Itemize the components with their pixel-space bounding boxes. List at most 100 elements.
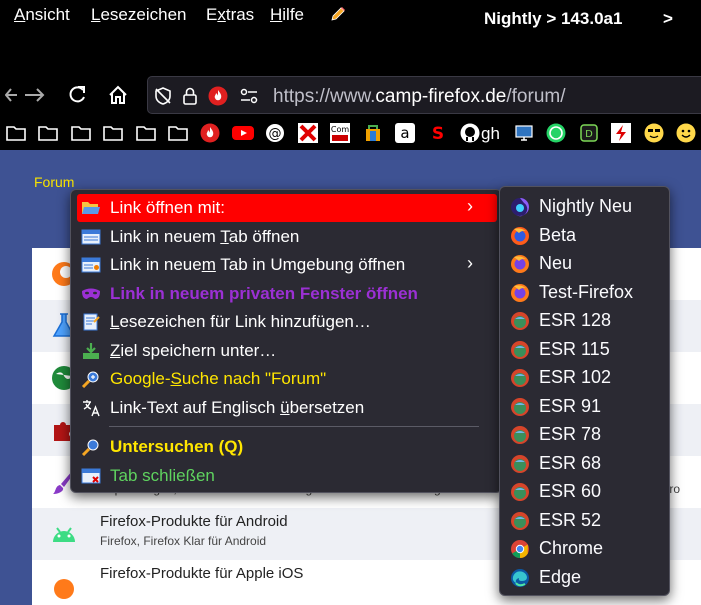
android-file-icon[interactable]: D	[578, 122, 600, 144]
context-menu: Link öffnen mit: › Link in neuem Tab öff…	[70, 189, 502, 493]
edge-icon	[510, 568, 530, 588]
submenu-item-esr-128[interactable]: ESR 128	[506, 307, 664, 335]
menu-item-label: Link in neuem Tab öffnen	[110, 227, 300, 246]
menu-lesezeichen[interactable]: Lesezeichen	[91, 5, 186, 25]
bookmark-gh-label[interactable]: gh	[481, 124, 500, 144]
submenu-item-label: Beta	[539, 225, 577, 245]
submenu-item-neu[interactable]: Neu	[506, 250, 664, 278]
submenu-item-label: ESR 78	[539, 424, 602, 444]
close-tab-icon	[81, 467, 101, 485]
whatsapp-icon[interactable]	[545, 122, 567, 144]
app-title: Nightly > 143.0a1	[484, 9, 623, 28]
amazon-icon[interactable]: a	[394, 122, 416, 144]
x-icon[interactable]	[297, 122, 319, 144]
tracking-shield-icon[interactable]	[153, 86, 173, 106]
bookmark-folder-icon[interactable]	[37, 122, 59, 144]
firefox-icon	[510, 254, 530, 274]
submenu-item-esr-115[interactable]: ESR 115	[506, 336, 664, 364]
menu-item-translate[interactable]: Link-Text auf Englisch übersetzen	[77, 394, 497, 422]
flash-icon[interactable]	[610, 122, 632, 144]
bookmark-folder-icon[interactable]	[5, 122, 27, 144]
submenu-item-esr-52[interactable]: ESR 52	[506, 507, 664, 535]
submenu-item-esr-60[interactable]: ESR 60	[506, 478, 664, 506]
lock-icon[interactable]	[180, 86, 200, 106]
submenu-item-esr-68[interactable]: ESR 68	[506, 450, 664, 478]
forum-title[interactable]: Firefox-Produkte für Apple iOS	[100, 565, 303, 582]
submenu-item-label: Nightly Neu	[539, 196, 633, 216]
esr-icon	[510, 340, 530, 360]
title-arrow-icon[interactable]: >	[663, 9, 673, 29]
reload-icon[interactable]	[65, 83, 89, 107]
menu-item-label: Lesezeichen für Link hinzufügen…	[110, 312, 371, 331]
android-icon	[50, 520, 78, 548]
home-icon[interactable]	[106, 83, 130, 107]
url-bar[interactable]: https://www.camp-firefox.de/forum/	[147, 76, 701, 114]
menu-item-open-new-tab-container[interactable]: Link in neuem Tab in Umgebung öffnen ›	[77, 251, 497, 279]
submenu-item-test-firefox[interactable]: Test-Firefox	[506, 279, 664, 307]
bookmark-folder-icon[interactable]	[70, 122, 92, 144]
menu-item-label: Ziel speichern unter…	[110, 341, 277, 360]
menu-extras[interactable]: Extras	[206, 5, 254, 25]
back-icon[interactable]	[0, 83, 24, 107]
forum-title[interactable]: Firefox-Produkte für Android	[100, 513, 288, 530]
shopping-icon[interactable]	[362, 122, 384, 144]
download-icon	[81, 342, 101, 360]
nav-bar: https://www.camp-firefox.de/forum/	[0, 72, 701, 118]
submenu-item-label: Neu	[539, 253, 573, 273]
menu-item-add-bookmark[interactable]: Lesezeichen für Link hinzufügen…	[77, 308, 497, 336]
svg-text:a: a	[400, 124, 409, 142]
bookmarks-bar: @ Com a S gh D	[0, 118, 701, 150]
new-tab-icon	[81, 228, 101, 246]
camp-firefox-icon[interactable]	[199, 122, 221, 144]
menu-item-save-target[interactable]: Ziel speichern unter…	[77, 337, 497, 365]
menu-item-label: Link in neuem Tab in Umgebung öffnen	[110, 255, 406, 274]
url-text[interactable]: https://www.camp-firefox.de/forum/	[273, 86, 566, 108]
submenu-item-edge[interactable]: Edge	[506, 564, 664, 592]
menu-item-inspect[interactable]: Untersuchen (Q)	[77, 433, 497, 461]
permissions-icon[interactable]	[239, 86, 259, 106]
menu-item-open-link-with[interactable]: Link öffnen mit: ›	[77, 194, 497, 222]
svg-text:D: D	[585, 129, 593, 140]
esr-icon	[510, 425, 530, 445]
menu-item-google-search[interactable]: Google-Suche nach "Forum"	[77, 365, 497, 393]
apple-firefox-icon	[50, 572, 78, 600]
menu-hilfe[interactable]: Hilfe	[270, 5, 304, 25]
monitor-icon[interactable]	[513, 122, 535, 144]
smiley-glasses-icon[interactable]	[643, 122, 665, 144]
bookmark-folder-icon[interactable]	[102, 122, 124, 144]
menu-item-label: Untersuchen (Q)	[110, 437, 244, 456]
computerbase-icon[interactable]: Com	[329, 122, 351, 144]
sparkasse-icon[interactable]: S	[427, 122, 449, 144]
translate-icon	[81, 399, 101, 417]
svg-text:Com: Com	[331, 125, 349, 134]
submenu-item-esr-102[interactable]: ESR 102	[506, 364, 664, 392]
smiley-icon[interactable]	[675, 122, 697, 144]
folder-open-icon	[81, 199, 101, 217]
esr-icon	[510, 511, 530, 531]
tab-container-icon	[81, 256, 101, 274]
submenu-item-beta[interactable]: Beta	[506, 222, 664, 250]
submenu-item-label: ESR 115	[539, 339, 610, 359]
bookmark-add-icon	[81, 313, 101, 331]
breadcrumb[interactable]: Forum	[34, 174, 74, 190]
bookmark-folder-icon[interactable]	[167, 122, 189, 144]
submenu-item-esr-91[interactable]: ESR 91	[506, 393, 664, 421]
private-mask-icon	[81, 285, 101, 303]
menu-item-label: Link öffnen mit:	[110, 198, 225, 217]
menu-item-close-tab[interactable]: Tab schließen	[77, 462, 497, 490]
menu-item-open-new-tab[interactable]: Link in neuem Tab öffnen	[77, 223, 497, 251]
menu-ansicht[interactable]: Ansicht	[14, 5, 70, 25]
at-icon[interactable]: @	[264, 122, 286, 144]
bookmark-folder-icon[interactable]	[135, 122, 157, 144]
submenu-item-esr-78[interactable]: ESR 78	[506, 421, 664, 449]
nightly-icon	[510, 197, 530, 217]
pencil-icon[interactable]	[328, 4, 348, 24]
forum-description: Firefox, Firefox Klar für Android	[100, 534, 267, 548]
submenu-item-chrome[interactable]: Chrome	[506, 535, 664, 563]
youtube-icon[interactable]	[232, 122, 254, 144]
submenu-item-nightly-neu[interactable]: Nightly Neu	[506, 193, 664, 221]
forward-icon[interactable]	[22, 83, 46, 107]
github-icon[interactable]	[459, 122, 481, 144]
submenu-item-label: ESR 52	[539, 510, 602, 530]
menu-item-open-private-window[interactable]: Link in neuem privaten Fenster öffnen	[77, 280, 497, 308]
